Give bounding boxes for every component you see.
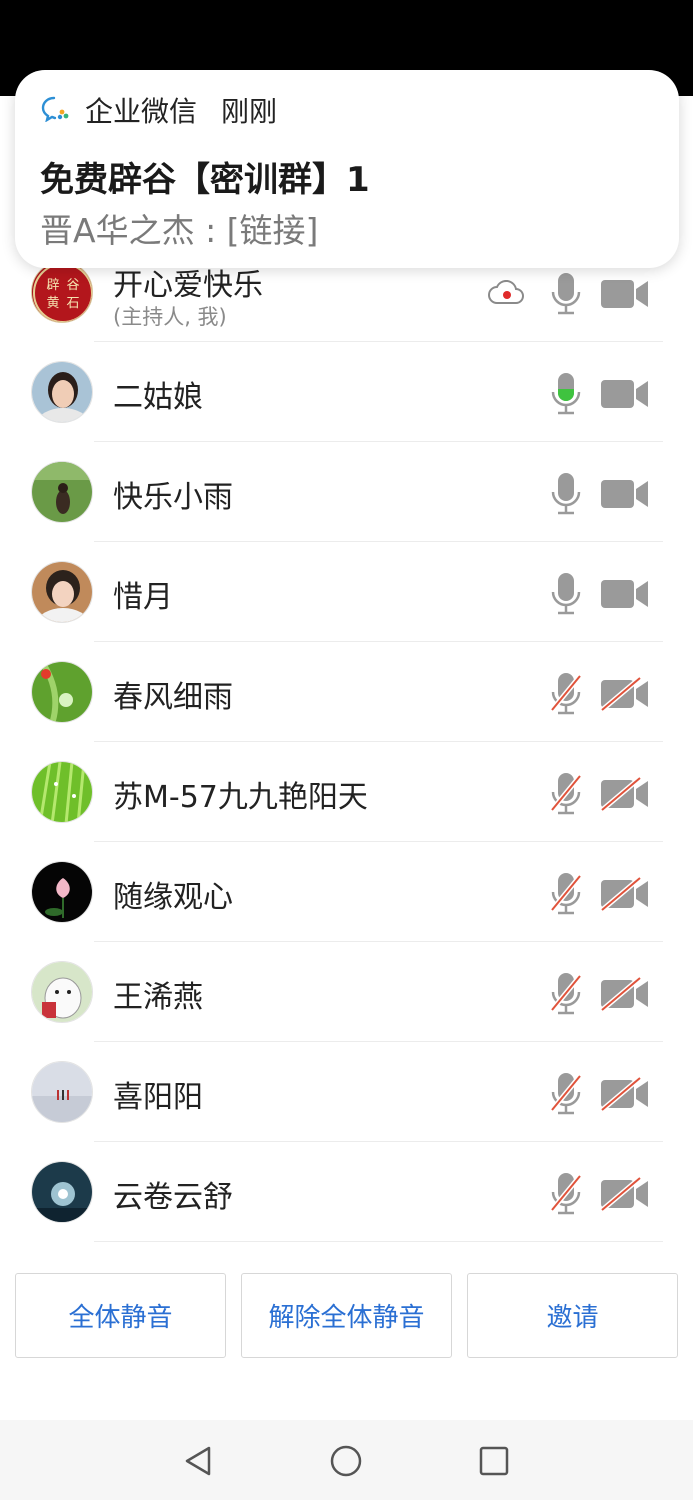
avatar	[31, 961, 93, 1023]
avatar	[31, 561, 93, 623]
avatar	[31, 1061, 93, 1123]
microphone-icon[interactable]	[549, 472, 583, 516]
member-row[interactable]: 喜阳阳	[0, 1042, 693, 1142]
back-icon[interactable]	[181, 1444, 215, 1478]
camera-icon[interactable]	[600, 277, 650, 311]
microphone-icon[interactable]	[549, 272, 583, 316]
camera-icon[interactable]	[600, 477, 650, 511]
camera-off-icon[interactable]	[600, 1177, 650, 1211]
member-name: 惜月	[113, 580, 173, 615]
member-row[interactable]: 王浠燕	[0, 942, 693, 1042]
camera-off-icon[interactable]	[600, 1077, 650, 1111]
member-row[interactable]: 惜月	[0, 542, 693, 642]
camera-off-icon[interactable]	[600, 677, 650, 711]
unmute-all-button[interactable]: 解除全体静音	[241, 1273, 452, 1358]
avatar-char: 辟	[46, 278, 59, 293]
microphone-muted-icon[interactable]	[549, 1172, 583, 1216]
microphone-icon[interactable]	[549, 572, 583, 616]
avatar	[31, 761, 93, 823]
camera-icon[interactable]	[600, 377, 650, 411]
notification-app-name: 企业微信	[85, 95, 198, 128]
notification-title: 免费辟谷【密训群】1	[40, 160, 370, 200]
camera-off-icon[interactable]	[600, 877, 650, 911]
avatar	[31, 661, 93, 723]
avatar-char: 黄	[46, 296, 59, 311]
camera-off-icon[interactable]	[600, 977, 650, 1011]
member-name: 苏M-57九九艳阳天	[113, 780, 368, 815]
avatar	[31, 1161, 93, 1223]
cloud-recording-icon	[488, 280, 524, 304]
member-row[interactable]: 春风细雨	[0, 642, 693, 742]
avatar-char: 石	[66, 296, 79, 311]
member-row[interactable]: 苏M-57九九艳阳天	[0, 742, 693, 842]
mute-all-button[interactable]: 全体静音	[15, 1273, 226, 1358]
invite-button[interactable]: 邀请	[467, 1273, 678, 1358]
camera-off-icon[interactable]	[600, 777, 650, 811]
recents-icon[interactable]	[477, 1444, 511, 1478]
avatar: 辟 谷 黄 石	[31, 261, 93, 323]
notification-time: 刚刚	[221, 95, 278, 128]
member-name: 云卷云舒	[113, 1180, 233, 1215]
camera-icon[interactable]	[600, 577, 650, 611]
wecom-app-icon	[41, 96, 69, 122]
avatar	[31, 461, 93, 523]
microphone-muted-icon[interactable]	[549, 672, 583, 716]
avatar	[31, 861, 93, 923]
divider	[94, 1241, 663, 1242]
member-row[interactable]: 随缘观心	[0, 842, 693, 942]
member-name: 快乐小雨	[113, 480, 233, 515]
notification-body: 晋A华之杰 : [链接]	[40, 211, 319, 250]
microphone-muted-icon[interactable]	[549, 772, 583, 816]
member-name: 随缘观心	[113, 880, 233, 915]
member-name: 喜阳阳	[113, 1080, 203, 1115]
home-icon[interactable]	[329, 1444, 363, 1478]
member-row[interactable]: 快乐小雨	[0, 442, 693, 542]
member-name: 王浠燕	[113, 980, 203, 1015]
avatar	[31, 361, 93, 423]
action-bar: 全体静音 解除全体静音 邀请	[15, 1273, 678, 1358]
member-name: 春风细雨	[113, 680, 233, 715]
member-row[interactable]: 二姑娘	[0, 342, 693, 442]
microphone-muted-icon[interactable]	[549, 1072, 583, 1116]
avatar-char: 谷	[66, 278, 79, 293]
member-row[interactable]: 云卷云舒	[0, 1142, 693, 1242]
member-name: 二姑娘	[113, 380, 203, 415]
microphone-speaking-icon[interactable]	[549, 372, 583, 416]
microphone-muted-icon[interactable]	[549, 972, 583, 1016]
microphone-muted-icon[interactable]	[549, 872, 583, 916]
notification-card[interactable]: 企业微信 刚刚 免费辟谷【密训群】1 晋A华之杰 : [链接]	[15, 70, 679, 268]
member-role: (主持人, 我)	[113, 305, 227, 329]
navigation-bar	[0, 1420, 693, 1500]
